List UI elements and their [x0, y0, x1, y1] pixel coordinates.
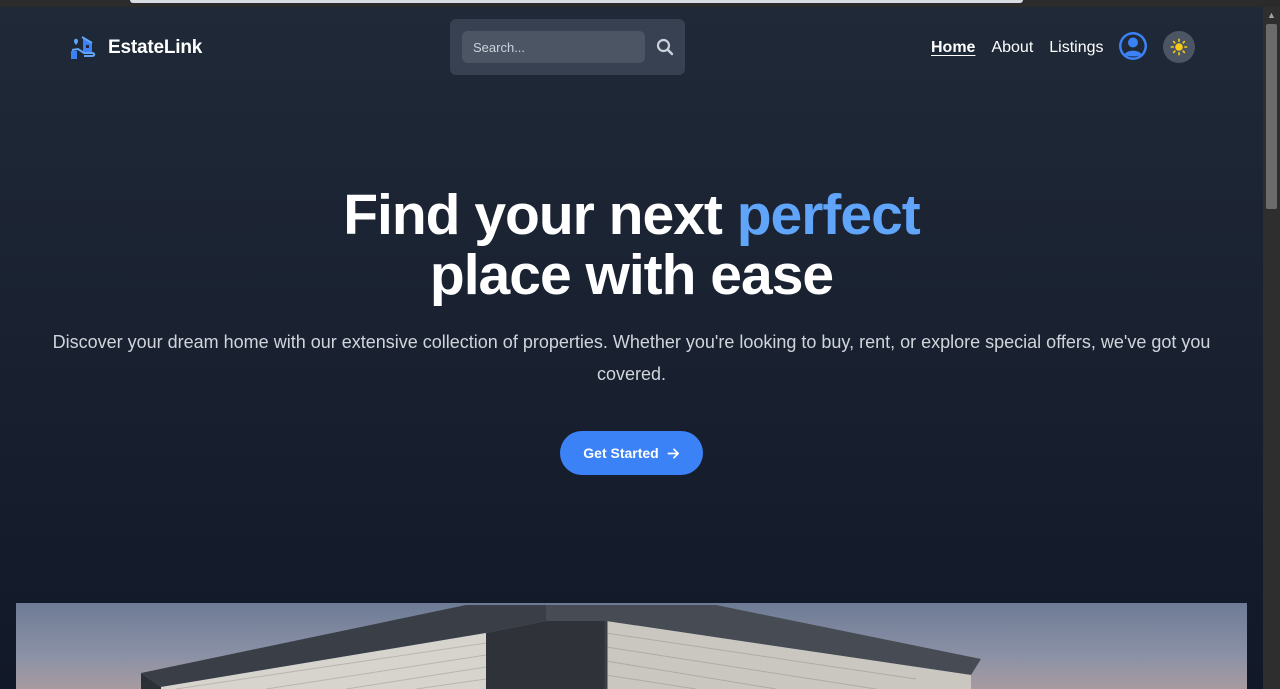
- page-viewport: EstateLink Home About Listings: [0, 7, 1263, 689]
- get-started-button[interactable]: Get Started: [560, 431, 703, 475]
- get-started-label: Get Started: [583, 445, 659, 461]
- nav-home[interactable]: Home: [931, 39, 975, 57]
- house-hero-image: [16, 603, 1247, 689]
- search-icon[interactable]: [656, 38, 674, 56]
- scroll-up-arrow-icon[interactable]: ▲: [1263, 7, 1280, 24]
- sun-icon: [1170, 38, 1188, 56]
- logo-house-hand-icon: [71, 36, 96, 59]
- nav-about[interactable]: About: [991, 39, 1033, 57]
- page-scrollbar[interactable]: ▲: [1263, 7, 1280, 689]
- hero-title-part1: Find your next: [343, 183, 737, 247]
- user-circle-icon[interactable]: [1118, 31, 1148, 61]
- scrollbar-thumb[interactable]: [1266, 24, 1277, 209]
- address-bar-edge: [130, 0, 1023, 3]
- hero-subtitle: Discover your dream home with our extens…: [52, 332, 1211, 384]
- main-nav: Home About Listings: [931, 36, 1120, 60]
- search-input[interactable]: [462, 31, 645, 63]
- nav-listings[interactable]: Listings: [1049, 39, 1103, 57]
- browser-top-strip: [0, 0, 1280, 7]
- search-container: [450, 19, 685, 75]
- hero-title-accent: perfect: [736, 183, 921, 247]
- arrow-right-icon: [667, 447, 679, 459]
- house-illustration: [141, 605, 981, 689]
- hero-title: Find your next perfect place with ease: [0, 185, 1263, 305]
- brand-name: EstateLink: [108, 37, 203, 58]
- theme-toggle-button[interactable]: [1163, 31, 1195, 63]
- hero-title-part2: place with ease: [429, 243, 834, 307]
- brand-logo[interactable]: EstateLink: [70, 35, 202, 61]
